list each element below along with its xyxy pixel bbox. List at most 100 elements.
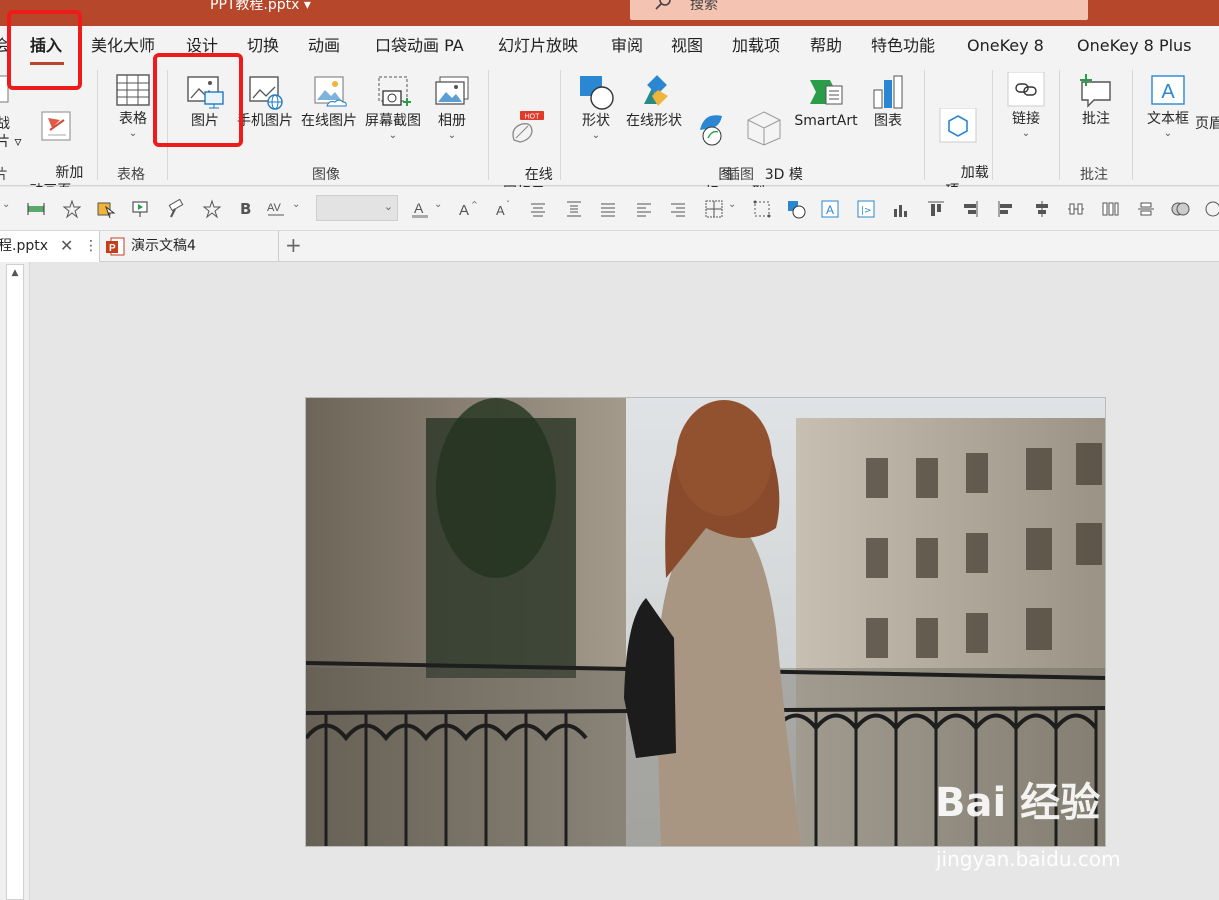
shapes-button[interactable]: 形状 ⌄: [574, 74, 618, 142]
smartart-button[interactable]: SmartArt: [792, 74, 860, 130]
star-effect-icon[interactable]: [202, 199, 222, 219]
link-icon: [1007, 72, 1045, 107]
tab-review[interactable]: 审阅: [611, 36, 643, 56]
chevron-down-icon[interactable]: ⌄: [728, 199, 748, 219]
tab-onekey8[interactable]: OneKey 8: [967, 36, 1044, 56]
text-box-a-icon[interactable]: A: [820, 199, 840, 219]
tab-beautify-master[interactable]: 美化大师: [91, 36, 155, 56]
distribute-horizontal-icon[interactable]: [1066, 199, 1086, 219]
merge-shapes-icon[interactable]: [1170, 199, 1190, 219]
star-shape-icon[interactable]: [62, 199, 82, 219]
distribute-vertical-icon[interactable]: [1100, 199, 1120, 219]
align-right-icon[interactable]: [668, 199, 688, 219]
search-box[interactable]: 搜索: [630, 0, 1088, 20]
font-size-select[interactable]: ⌄: [316, 195, 398, 221]
svg-text:A: A: [1161, 81, 1175, 103]
textbox-button[interactable]: A 文本框 ⌄: [1142, 72, 1194, 140]
photo-album-label: 相册: [438, 113, 466, 129]
highlight-insert-tab: [7, 10, 82, 90]
close-icon[interactable]: ✕: [60, 231, 73, 261]
shape-outline-icon[interactable]: [786, 199, 806, 219]
screenshot-button[interactable]: 屏幕截图 ⌄: [362, 74, 424, 142]
online-picture-label: 在线图片: [301, 113, 357, 129]
align-right-objects-icon[interactable]: [960, 199, 980, 219]
online-picture-button[interactable]: 在线图片: [298, 74, 360, 130]
tab-special-features[interactable]: 特色功能: [871, 36, 935, 56]
svg-text:A: A: [414, 200, 424, 216]
character-spacing-icon[interactable]: AV: [266, 199, 286, 219]
tab-addins[interactable]: 加载项: [732, 36, 780, 56]
tab-pocket-animation[interactable]: 口袋动画 PA: [375, 36, 464, 56]
more-icon[interactable]: ⋮: [84, 231, 98, 261]
bold-button[interactable]: B: [240, 199, 260, 219]
doc-tab-ppt-tutorial[interactable]: 程.pptx ✕ ⋮: [0, 231, 100, 262]
group-label-illustrations: 插图: [726, 167, 754, 183]
chevron-down-icon[interactable]: ⌄: [2, 199, 22, 219]
chart-icon: [873, 75, 903, 109]
textbox-label: 文本框: [1147, 111, 1189, 127]
document-title[interactable]: PPT教程.pptx ▾: [210, 0, 311, 14]
chevron-down-icon: ⌄: [591, 130, 601, 141]
tab-view[interactable]: 视图: [671, 36, 703, 56]
shape-edit-icon[interactable]: [96, 199, 116, 219]
justify-icon[interactable]: [598, 199, 618, 219]
tab-slideshow[interactable]: 幻灯片放映: [498, 36, 578, 56]
tab-onekey8-plus[interactable]: OneKey 8 Plus: [1077, 36, 1192, 56]
svg-text:ˇ: ˇ: [506, 199, 510, 209]
presentation-icon[interactable]: [130, 199, 150, 219]
tab-animations[interactable]: 动画: [308, 36, 340, 56]
font-color-icon[interactable]: A: [410, 199, 430, 219]
format-painter-icon[interactable]: [166, 198, 186, 219]
table-button[interactable]: 表格 ⌄: [108, 72, 158, 140]
text-box-vertical-icon[interactable]: |>: [856, 199, 876, 219]
bar-chart-small-icon[interactable]: [890, 199, 910, 219]
tab-help[interactable]: 帮助: [810, 36, 842, 56]
new-slide-label[interactable]: 战 片 ▿: [0, 115, 21, 151]
align-middle-icon[interactable]: [1032, 199, 1052, 219]
align-center-icon[interactable]: [528, 199, 548, 219]
tab-transitions[interactable]: 切换: [247, 36, 279, 56]
shapes-icon: [580, 76, 614, 110]
table-grid-icon[interactable]: [704, 199, 724, 219]
doc-tab-title: 演示文稿4: [131, 238, 196, 254]
title-bar: PPT教程.pptx ▾ 搜索: [0, 0, 1219, 26]
align-left-objects-icon[interactable]: [996, 199, 1016, 219]
link-label: 链接: [1012, 111, 1040, 127]
photo-album-button[interactable]: 相册 ⌄: [428, 74, 476, 142]
chevron-down-icon[interactable]: ⌄: [434, 199, 454, 219]
screenshot-icon: [378, 76, 411, 106]
center-vertical-icon[interactable]: [1136, 199, 1156, 219]
group-label-slides: 片: [0, 167, 8, 183]
align-top-icon[interactable]: [926, 199, 946, 219]
comment-icon: [1080, 74, 1111, 108]
align-horizontal-icon[interactable]: [26, 199, 46, 219]
decrease-font-icon[interactable]: Aˇ: [494, 199, 514, 219]
mobile-picture-button[interactable]: 手机图片: [234, 74, 296, 130]
chevron-down-icon: ⌄: [447, 130, 457, 141]
align-left-icon[interactable]: [634, 199, 654, 219]
chevron-down-icon[interactable]: ⌄: [292, 199, 312, 219]
edit-points-icon[interactable]: [752, 199, 772, 219]
photo-album-icon: [435, 76, 469, 105]
link-button[interactable]: 链接 ⌄: [1002, 72, 1050, 140]
online-shapes-icon: [644, 75, 668, 106]
line-spacing-icon[interactable]: [564, 199, 584, 219]
scroll-up-arrow-icon[interactable]: ▲: [7, 265, 23, 281]
increase-font-icon[interactable]: A ^: [458, 199, 478, 219]
header-footer-label: 页眉: [1195, 116, 1219, 132]
header-footer-button[interactable]: 页眉: [1195, 115, 1219, 133]
group-separator: [97, 70, 98, 180]
comment-button[interactable]: 批注: [1072, 72, 1120, 128]
format-toolbar: ⌄ B AV ⌄ ⌄ A ⌄ A ^ Aˇ ⌄ A |>: [0, 187, 1219, 231]
svg-text:A: A: [826, 203, 834, 217]
new-tab-button[interactable]: +: [285, 231, 302, 259]
smartart-icon: [810, 80, 843, 105]
baidu-watermark-url: jingyan.baidu.com: [936, 847, 1121, 871]
chart-button[interactable]: 图表: [866, 74, 910, 130]
table-label: 表格: [119, 111, 147, 127]
link-shapes-icon[interactable]: [1204, 199, 1219, 219]
svg-text:^: ^: [471, 200, 478, 209]
doc-tab-presentation4[interactable]: P 演示文稿4: [101, 231, 279, 262]
vertical-scrollbar[interactable]: ▲: [6, 264, 24, 900]
online-shapes-button[interactable]: 在线形状: [622, 74, 686, 130]
